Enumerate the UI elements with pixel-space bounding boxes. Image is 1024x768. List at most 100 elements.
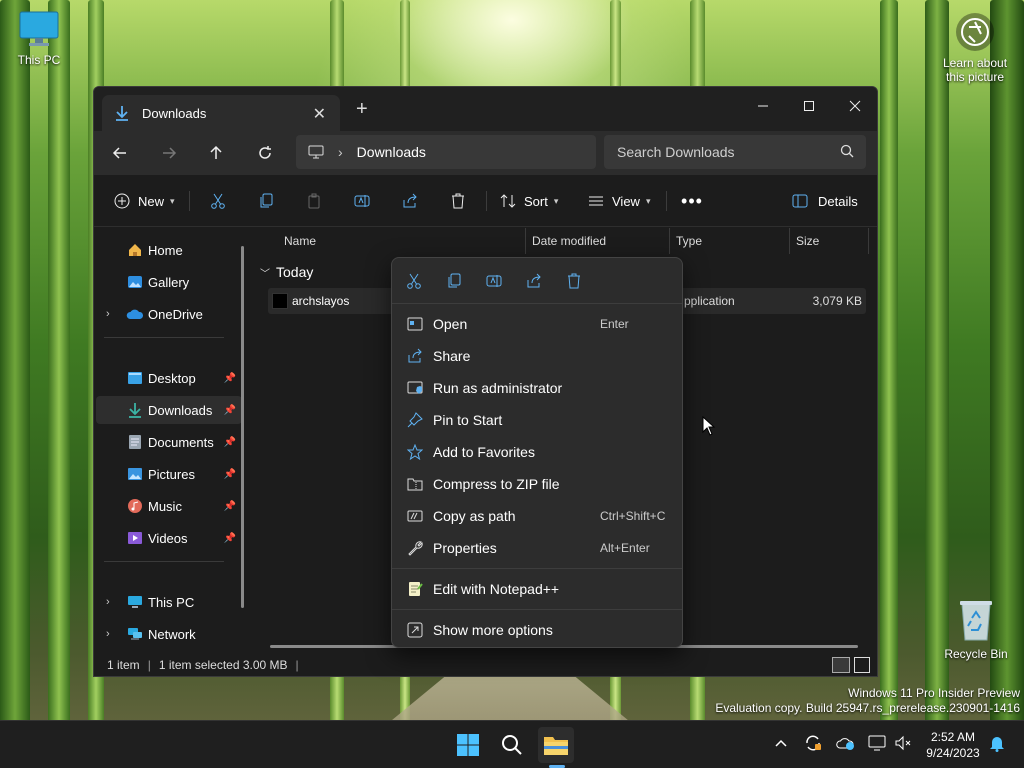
menu-item-run-as-administrator[interactable]: Run as administrator [396, 373, 678, 403]
paste-button[interactable] [300, 187, 328, 215]
sidebar-item-music[interactable]: Music 📌 [96, 492, 242, 520]
menu-item-add-to-favorites[interactable]: Add to Favorites [396, 437, 678, 467]
application-icon [272, 293, 288, 309]
chevron-right-icon[interactable]: › [106, 308, 110, 320]
details-button[interactable]: Details [792, 187, 858, 215]
sidebar-item-desktop[interactable]: Desktop 📌 [96, 364, 242, 392]
sidebar-item-home[interactable]: Home [96, 236, 242, 264]
column-header-date-modified[interactable]: Date modified [532, 234, 606, 248]
menu-item-properties[interactable]: Properties Alt+Enter [396, 533, 678, 563]
copy-action[interactable] [444, 271, 464, 291]
forward-button[interactable] [155, 141, 183, 165]
column-header-type[interactable]: Type [676, 234, 702, 248]
menu-item-share[interactable]: Share [396, 341, 678, 371]
up-button[interactable] [202, 141, 230, 165]
refresh-icon [259, 146, 271, 159]
download-icon [116, 106, 128, 121]
chevron-up-icon[interactable] [774, 736, 788, 753]
share-action[interactable] [524, 271, 544, 291]
menu-item-label: Pin to Start [433, 412, 503, 428]
menu-item-pin-to-start[interactable]: Pin to Start [396, 405, 678, 435]
close-window-button[interactable] [832, 91, 877, 121]
search-box[interactable] [604, 135, 866, 169]
sync-icon[interactable] [804, 734, 822, 755]
video-icon [126, 529, 144, 547]
maximize-button[interactable] [786, 91, 832, 121]
clock[interactable]: 2:52 AM 9/24/2023 [918, 729, 988, 761]
delete-action[interactable] [564, 271, 584, 291]
share-button[interactable] [396, 187, 424, 215]
chevron-right-icon[interactable]: › [106, 628, 110, 640]
desktop-icon-label: This PC [17, 53, 61, 67]
pin-icon[interactable]: 📌 [224, 501, 236, 512]
menu-item-shortcut: Enter [600, 317, 629, 331]
delete-button[interactable] [444, 187, 472, 215]
cut-button[interactable] [204, 187, 232, 215]
sidebar-item-onedrive[interactable]: › OneDrive [96, 300, 242, 328]
menu-item-edit-with-notepad-plus-plus[interactable]: Edit with Notepad++ [396, 574, 678, 604]
rename-button[interactable] [348, 187, 376, 215]
start-button[interactable] [450, 727, 486, 763]
details-view-icon[interactable] [832, 657, 850, 673]
share-icon [406, 347, 424, 365]
view-button[interactable]: View ▾ [588, 187, 650, 215]
chevron-right-icon: › [338, 144, 343, 160]
new-button[interactable]: New ▾ [114, 187, 175, 215]
chevron-right-icon[interactable]: › [106, 596, 110, 608]
tab-downloads[interactable]: Downloads ✕ [102, 95, 340, 131]
sidebar-item-label: Network [148, 626, 196, 642]
back-button[interactable] [106, 141, 134, 165]
refresh-button[interactable] [251, 141, 279, 165]
close-tab-icon[interactable]: ✕ [313, 104, 326, 124]
sidebar-item-documents[interactable]: Documents 📌 [96, 428, 242, 456]
pin-icon[interactable]: 📌 [224, 469, 236, 480]
network-icon[interactable] [868, 734, 886, 755]
breadcrumb[interactable]: Downloads [357, 144, 426, 160]
column-header-name[interactable]: Name [284, 234, 316, 248]
learn-about-picture[interactable]: Learn about this picture [935, 12, 1015, 84]
minimize-button[interactable] [740, 91, 786, 121]
address-bar[interactable]: › Downloads [296, 135, 596, 169]
desktop-icon-this-pc[interactable]: This PC [12, 10, 66, 68]
sidebar-item-gallery[interactable]: Gallery [96, 268, 242, 296]
sidebar-item-network[interactable]: › Network [96, 620, 242, 648]
search-input[interactable] [617, 144, 827, 160]
group-header-today[interactable]: ﹀ Today [260, 264, 313, 280]
cut-action[interactable] [404, 271, 424, 291]
tiles-view-icon[interactable] [854, 657, 870, 673]
file-explorer-taskbar-button[interactable] [538, 727, 574, 763]
file-size: 3,079 KB [812, 294, 862, 308]
sidebar-item-this-pc[interactable]: › This PC [96, 588, 242, 616]
more-options-button[interactable]: ••• [678, 187, 706, 215]
menu-item-show-more-options[interactable]: Show more options [396, 615, 678, 645]
monitor-icon [126, 593, 144, 611]
sidebar-item-label: Music [148, 498, 182, 514]
zip-folder-icon [406, 475, 424, 493]
pin-icon[interactable]: 📌 [224, 437, 236, 448]
sidebar-scrollbar[interactable] [241, 246, 244, 608]
volume-muted-icon[interactable] [894, 734, 912, 755]
pin-icon[interactable]: 📌 [224, 373, 236, 384]
sidebar-item-label: Gallery [148, 274, 190, 290]
chevron-down-icon: ﹀ [260, 268, 270, 280]
new-tab-button[interactable]: + [356, 98, 368, 121]
sort-button[interactable]: Sort ▾ [500, 187, 558, 215]
menu-item-open[interactable]: Open Enter [396, 309, 678, 339]
recycle-bin-icon [960, 601, 992, 641]
sidebar-item-downloads[interactable]: Downloads 📌 [96, 396, 242, 424]
sidebar-item-videos[interactable]: Videos 📌 [96, 524, 242, 552]
search-taskbar-button[interactable] [494, 727, 530, 763]
rename-icon [486, 275, 502, 287]
pin-icon[interactable]: 📌 [224, 405, 236, 416]
pin-icon[interactable]: 📌 [224, 533, 236, 544]
rename-action[interactable] [484, 271, 504, 291]
notification-bell-icon[interactable] [988, 734, 1006, 755]
menu-item-compress-to-zip[interactable]: Compress to ZIP file [396, 469, 678, 499]
cloud-info-icon[interactable] [836, 734, 856, 755]
copy-button[interactable] [252, 187, 280, 215]
taskbar: 2:52 AM 9/24/2023 [0, 720, 1024, 768]
menu-item-copy-as-path[interactable]: Copy as path Ctrl+Shift+C [396, 501, 678, 531]
desktop-icon-recycle-bin[interactable]: Recycle Bin [940, 598, 1012, 662]
column-header-size[interactable]: Size [796, 234, 819, 248]
sidebar-item-pictures[interactable]: Pictures 📌 [96, 460, 242, 488]
